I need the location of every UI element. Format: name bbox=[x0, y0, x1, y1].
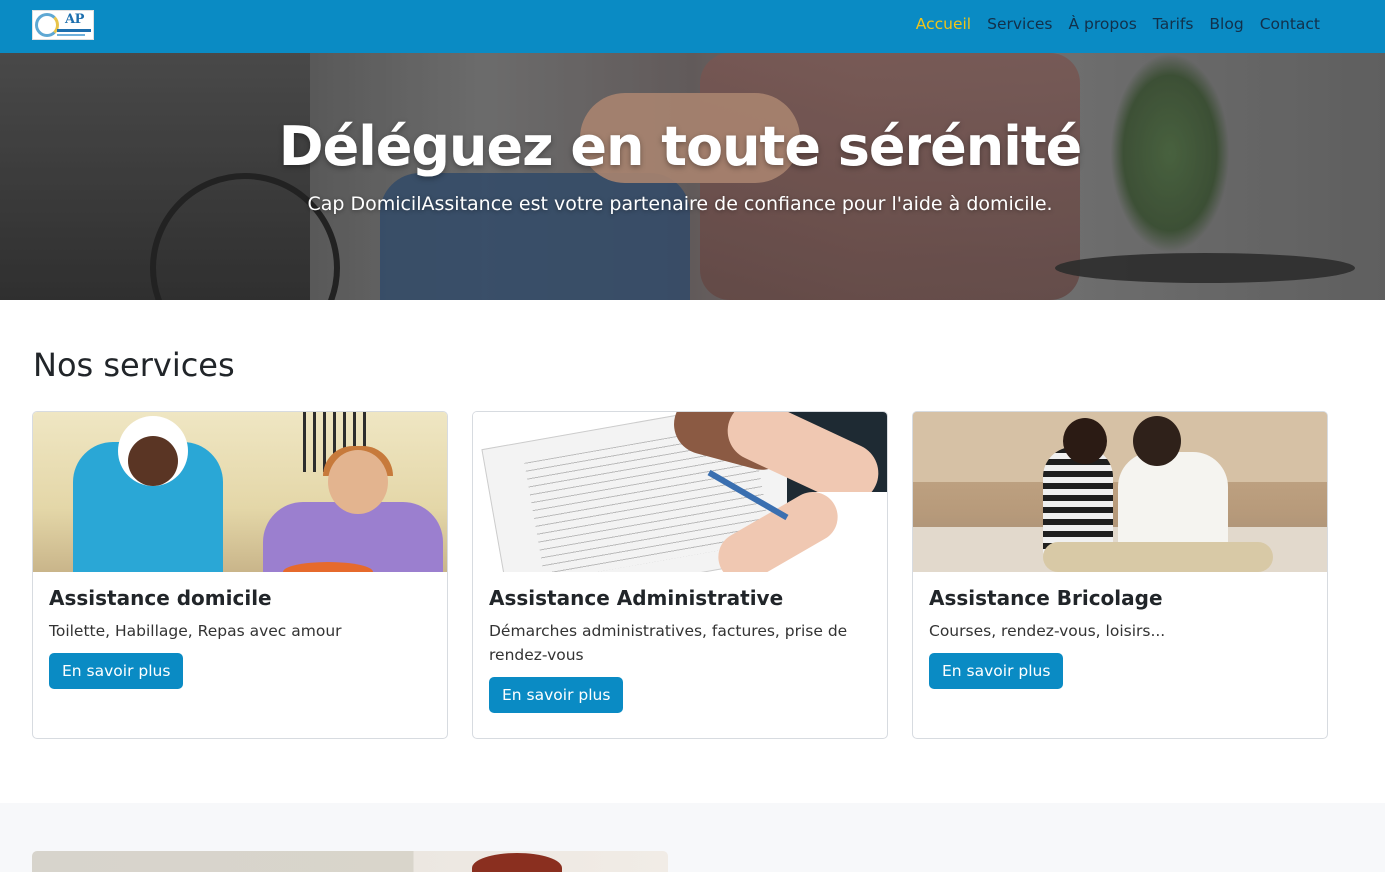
navbar: AP Accueil Services À propos Tarifs Blog… bbox=[0, 0, 1385, 53]
logo-ring-icon bbox=[35, 13, 59, 37]
service-card-domicile: Assistance domicile Toilette, Habillage,… bbox=[32, 411, 448, 739]
hero-banner: Déléguez en toute sérénité Cap DomicilAs… bbox=[0, 53, 1385, 300]
image-legs bbox=[1043, 542, 1273, 572]
image-person-1 bbox=[1043, 447, 1113, 557]
brand-logo[interactable]: AP bbox=[32, 10, 94, 40]
services-heading: Nos services bbox=[33, 346, 235, 384]
hero-title: Déléguez en toute sérénité bbox=[278, 115, 1082, 178]
card-text: Toilette, Habillage, Repas avec amour bbox=[49, 622, 342, 640]
nav-link-blog[interactable]: Blog bbox=[1209, 15, 1243, 33]
image-wall bbox=[913, 412, 1327, 482]
next-section-image bbox=[32, 851, 668, 872]
service-image-domicile bbox=[33, 412, 447, 572]
learn-more-button[interactable]: En savoir plus bbox=[929, 653, 1064, 689]
learn-more-button[interactable]: En savoir plus bbox=[489, 677, 624, 713]
nav-link-contact[interactable]: Contact bbox=[1260, 15, 1320, 33]
nav-menu: Accueil Services À propos Tarifs Blog Co… bbox=[900, 0, 1320, 47]
nav-link-services[interactable]: Services bbox=[987, 15, 1052, 33]
nav-link-tarifs[interactable]: Tarifs bbox=[1153, 15, 1194, 33]
card-title: Assistance Administrative bbox=[489, 586, 784, 610]
image-person-2-head bbox=[1133, 416, 1181, 466]
learn-more-button[interactable]: En savoir plus bbox=[49, 653, 184, 689]
image-person-1-head bbox=[1063, 418, 1107, 464]
logo-text: AP bbox=[65, 12, 84, 27]
logo-tagline-bar bbox=[57, 29, 91, 32]
logo-tagline-bar-2 bbox=[57, 34, 85, 36]
card-title: Assistance domicile bbox=[49, 586, 272, 610]
card-text: Courses, rendez-vous, loisirs... bbox=[929, 622, 1166, 640]
image-caregiver-face bbox=[128, 436, 178, 486]
service-image-administrative bbox=[473, 412, 887, 572]
nav-link-accueil[interactable]: Accueil bbox=[916, 15, 971, 33]
hero-subtitle: Cap DomicilAssitance est votre partenair… bbox=[307, 193, 1053, 215]
service-card-bricolage: Assistance Bricolage Courses, rendez-vou… bbox=[912, 411, 1328, 739]
card-title: Assistance Bricolage bbox=[929, 586, 1163, 610]
nav-link-a-propos[interactable]: À propos bbox=[1069, 15, 1137, 33]
image-person-hair bbox=[472, 853, 562, 872]
image-senior-face bbox=[328, 450, 388, 514]
card-text: Démarches administratives, factures, pri… bbox=[489, 622, 848, 664]
service-image-bricolage bbox=[913, 412, 1327, 572]
service-card-administrative: Assistance Administrative Démarches admi… bbox=[472, 411, 888, 739]
